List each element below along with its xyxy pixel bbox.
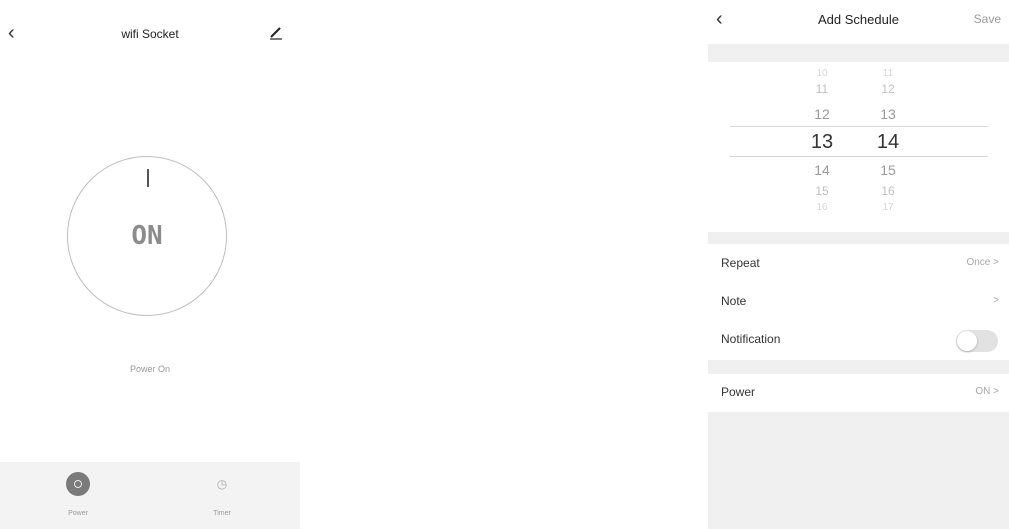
hour-option: 15 — [815, 184, 829, 198]
hour-option: 16 — [816, 202, 828, 213]
minute-option: 15 — [880, 162, 896, 178]
chevron-right-icon: > — [993, 257, 999, 268]
pencil-icon[interactable] — [268, 25, 284, 41]
toggle-knob — [957, 331, 977, 351]
power-dial[interactable]: ON — [67, 156, 227, 316]
power-row[interactable]: Power ON > — [708, 374, 1009, 412]
power-indicator-mark — [147, 169, 149, 187]
time-picker: 10 11 12 13 14 15 16 11 12 13 14 15 16 1… — [708, 62, 1009, 232]
section-divider — [708, 360, 1009, 374]
bottom-tab-bar: Power ◷ Timer — [0, 462, 300, 529]
minute-option: 11 — [882, 68, 894, 79]
tab-power[interactable]: Power — [38, 472, 118, 517]
section-divider — [708, 232, 1009, 244]
picker-selection-line-top — [730, 126, 988, 127]
chevron-right-icon: > — [993, 295, 999, 306]
tab-power-label: Power — [68, 510, 88, 517]
chevron-right-icon: > — [993, 386, 999, 397]
minute-selected: 14 — [876, 131, 900, 153]
header: ‹ Add Schedule Save — [708, 0, 1009, 44]
notification-label: Notification — [721, 332, 781, 346]
note-label: Note — [721, 294, 747, 308]
hour-option: 12 — [814, 106, 830, 122]
minute-option: 12 — [881, 82, 895, 96]
power-icon — [66, 472, 90, 496]
device-title: wifi Socket — [121, 27, 179, 41]
repeat-value: Once > — [966, 257, 999, 268]
timer-icon: ◷ — [216, 477, 228, 491]
notification-row: Notification — [708, 321, 1009, 359]
power-status-text: Power On — [129, 364, 171, 374]
notification-toggle[interactable] — [956, 330, 998, 352]
minute-option: 16 — [881, 184, 895, 198]
hour-option: 11 — [815, 82, 829, 96]
note-row[interactable]: Note > — [708, 283, 1009, 321]
repeat-row[interactable]: Repeat Once > — [708, 245, 1009, 283]
power-state-label: ON — [131, 221, 163, 251]
repeat-label: Repeat — [721, 256, 760, 270]
section-divider — [708, 44, 1009, 62]
minute-option: 17 — [882, 202, 894, 213]
page-title: Add Schedule — [818, 12, 899, 27]
tab-timer[interactable]: ◷ Timer — [182, 472, 262, 517]
empty-footer-area — [708, 412, 1009, 529]
minute-option: 13 — [880, 106, 896, 122]
picker-selection-line-bottom — [730, 156, 988, 157]
save-button[interactable]: Save — [974, 12, 1001, 26]
hour-option: 10 — [816, 68, 828, 79]
hour-option: 14 — [814, 162, 830, 178]
tab-timer-label: Timer — [213, 510, 231, 517]
hour-selected: 13 — [810, 131, 834, 153]
socket-control-screen: ‹ wifi Socket ON Power On Power ◷ Timer — [0, 0, 300, 529]
power-label: Power — [721, 385, 756, 399]
add-schedule-screen: ‹ Add Schedule Save 10 11 12 13 14 15 16… — [708, 0, 1009, 529]
power-value: ON > — [975, 386, 999, 397]
